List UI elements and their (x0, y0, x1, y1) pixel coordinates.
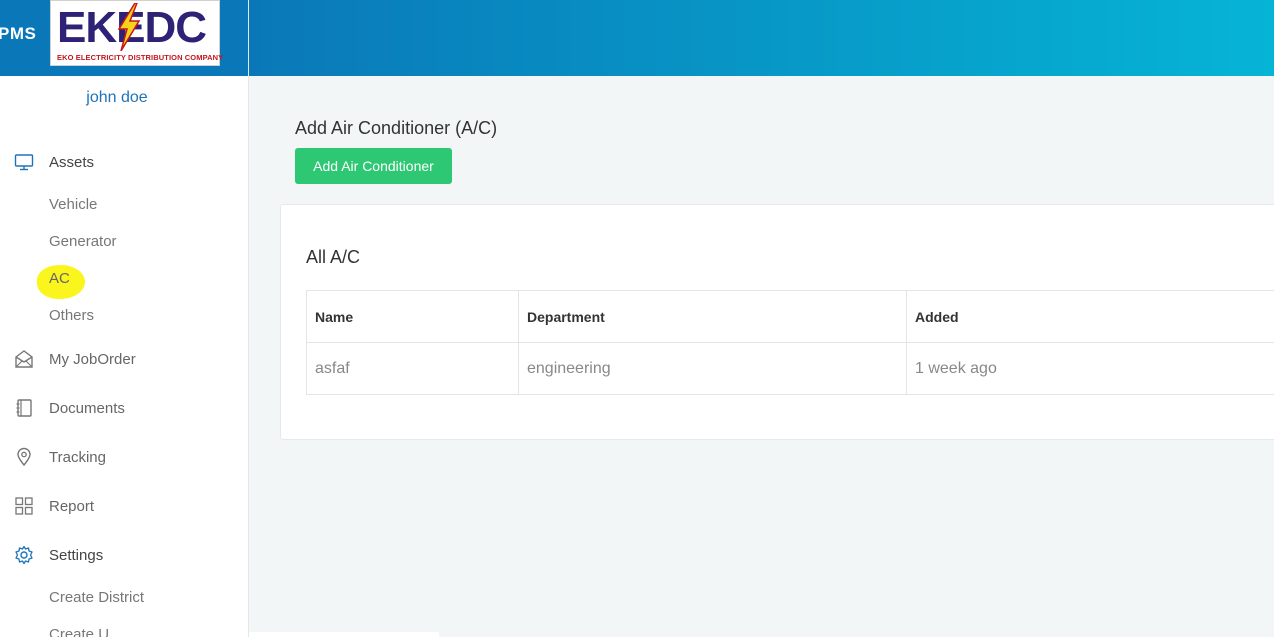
logo-subtitle: EKO ELECTRICITY DISTRIBUTION COMPANY (57, 53, 224, 62)
sidebar-item-label: My JobOrder (49, 350, 136, 368)
brand-strip: PMS EKEDC EKO ELECTRICITY DISTRIBUTION C… (0, 0, 248, 76)
cell-department: engineering (518, 342, 907, 395)
sidebar-item-documents[interactable]: Documents (0, 394, 248, 422)
ekedc-logo[interactable]: EKEDC EKO ELECTRICITY DISTRIBUTION COMPA… (50, 0, 224, 66)
page-title: Add Air Conditioner (A/C) (295, 118, 498, 138)
grid-icon (14, 496, 34, 516)
sidebar-subitem-create-u[interactable]: Create U (49, 626, 109, 637)
table-header-row: Name Department Added (306, 290, 1274, 343)
sidebar: PMS EKEDC EKO ELECTRICITY DISTRIBUTION C… (0, 0, 249, 637)
envelope-open-icon (14, 349, 34, 369)
cell-name: asfaf (306, 342, 519, 395)
sidebar-item-report[interactable]: Report (0, 492, 248, 520)
main-content: Add Air Conditioner (A/C) Add Air Condit… (249, 76, 1274, 637)
monitor-icon (14, 152, 34, 172)
sidebar-subitem-generator[interactable]: Generator (49, 233, 117, 250)
sidebar-subitem-vehicle[interactable]: Vehicle (49, 196, 97, 213)
ac-table: Name Department Added asfaf engineering … (306, 290, 1274, 395)
table-row[interactable]: asfaf engineering 1 week ago (306, 342, 1274, 395)
location-pin-icon (14, 447, 34, 467)
sidebar-item-label: Tracking (49, 448, 106, 466)
notebook-icon (14, 398, 34, 418)
sidebar-item-assets[interactable]: Assets (0, 148, 248, 176)
app-abbrev[interactable]: PMS (0, 24, 36, 44)
ac-list-card: All A/C Name Department Added asfaf engi… (280, 204, 1274, 440)
sidebar-item-tracking[interactable]: Tracking (0, 443, 248, 471)
column-header-name[interactable]: Name (306, 290, 519, 343)
add-air-conditioner-button[interactable]: Add Air Conditioner (295, 148, 452, 184)
sidebar-subitem-ac[interactable]: AC (49, 270, 70, 287)
sidebar-item-label: Documents (49, 399, 125, 417)
sidebar-item-settings[interactable]: Settings (0, 541, 248, 569)
top-header-bar (249, 0, 1274, 76)
gear-icon (14, 545, 34, 565)
sidebar-item-label: Settings (49, 546, 104, 564)
user-name[interactable]: john doe (0, 89, 234, 107)
sidebar-item-label: Report (49, 497, 95, 515)
sidebar-item-label: Assets (49, 153, 95, 171)
column-header-department[interactable]: Department (518, 290, 907, 343)
sidebar-subitem-create-district[interactable]: Create District (49, 589, 144, 606)
cell-added: 1 week ago (906, 342, 1274, 395)
footer-strip (249, 632, 439, 637)
lightning-bolt-icon (117, 3, 141, 51)
column-header-added[interactable]: Added (906, 290, 1274, 343)
card-title: All A/C (306, 247, 361, 267)
sidebar-subitem-others[interactable]: Others (49, 307, 94, 324)
sidebar-item-joborder[interactable]: My JobOrder (0, 345, 248, 373)
